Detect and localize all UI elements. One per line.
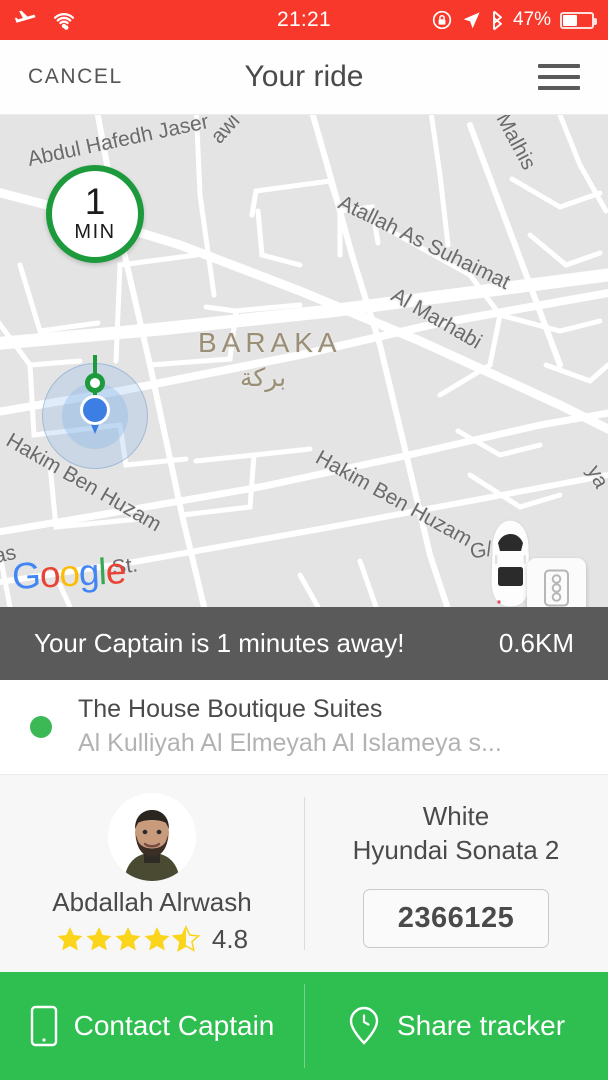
driver-info-block: Abdallah Alrwash 4.8 xyxy=(0,775,304,972)
driver-rating-row: 4.8 xyxy=(56,924,248,955)
driver-name: Abdallah Alrwash xyxy=(52,886,252,917)
marker-anchor-dot xyxy=(85,373,105,393)
captain-eta-banner: Your Captain is 1 minutes away! 0.6KM xyxy=(0,607,608,680)
rotation-lock-icon xyxy=(432,10,452,30)
action-footer: Contact Captain Share tracker xyxy=(0,972,608,1080)
star-icon xyxy=(115,926,141,951)
google-logo: Google xyxy=(10,550,127,597)
user-location-dot xyxy=(80,395,110,435)
star-icon xyxy=(86,926,112,951)
eta-marker[interactable]: 1 MIN xyxy=(46,165,144,263)
app-header: CANCEL Your ride xyxy=(0,40,608,115)
pickup-text-block: The House Boutique Suites Al Kulliyah Al… xyxy=(78,693,502,761)
pickup-location-row[interactable]: The House Boutique Suites Al Kulliyah Al… xyxy=(0,680,608,775)
share-tracker-button[interactable]: Share tracker xyxy=(304,972,608,1080)
star-icon xyxy=(144,926,170,951)
map-view[interactable]: Abdul Hafedh Jaser awi li Malhis Atallah… xyxy=(0,115,608,607)
traffic-layer-button[interactable] xyxy=(527,558,586,607)
eta-message: Your Captain is 1 minutes away! xyxy=(34,628,405,658)
driver-photo xyxy=(108,792,196,881)
vehicle-model: Hyundai Sonata 2 xyxy=(352,835,560,865)
eta-minutes-unit: MIN xyxy=(74,220,116,243)
location-arrow-icon xyxy=(463,11,480,28)
pickup-subtitle: Al Kulliyah Al Elmeyah Al Islameya s... xyxy=(78,729,502,757)
contact-captain-label: Contact Captain xyxy=(73,1010,275,1041)
license-plate: 2366125 xyxy=(362,889,550,949)
driver-rating-value: 4.8 xyxy=(211,923,249,954)
ride-details-panel: Abdallah Alrwash 4.8 White Hyundai Sonat… xyxy=(0,775,608,972)
eta-distance: 0.6KM xyxy=(498,628,574,658)
vehicle-info-block: White Hyundai Sonata 2 2366125 xyxy=(304,775,608,972)
vehicle-color: White xyxy=(422,800,490,831)
status-bar-right-icons: 47% xyxy=(431,9,597,31)
hamburger-menu-icon[interactable] xyxy=(538,64,580,90)
star-half-icon xyxy=(171,925,200,952)
bluetooth-icon xyxy=(493,10,502,30)
driver-avatar xyxy=(108,792,196,881)
ride-tracking-screen: 21:21 47% CANCEL Your ride Abdul Hafedh … xyxy=(0,0,608,1080)
star-icon xyxy=(57,926,83,951)
neighborhood-label-latin: BARAKA xyxy=(198,327,342,358)
battery-percent-label: 47% xyxy=(512,9,551,30)
system-status-bar: 21:21 47% xyxy=(0,0,608,40)
pickup-title: The House Boutique Suites xyxy=(78,695,383,724)
battery-icon xyxy=(560,11,597,29)
star-rating xyxy=(56,925,200,953)
cancel-button[interactable]: CANCEL xyxy=(28,65,123,89)
contact-captain-button[interactable]: Contact Captain xyxy=(0,972,304,1080)
neighborhood-label-arabic: بركة xyxy=(240,364,287,392)
pickup-dot-icon xyxy=(30,716,52,738)
share-tracker-label: Share tracker xyxy=(396,1010,566,1041)
traffic-light-icon xyxy=(544,569,569,606)
location-clock-icon xyxy=(349,1006,379,1045)
eta-minutes-value: 1 xyxy=(84,181,106,223)
phone-icon xyxy=(30,1005,57,1047)
